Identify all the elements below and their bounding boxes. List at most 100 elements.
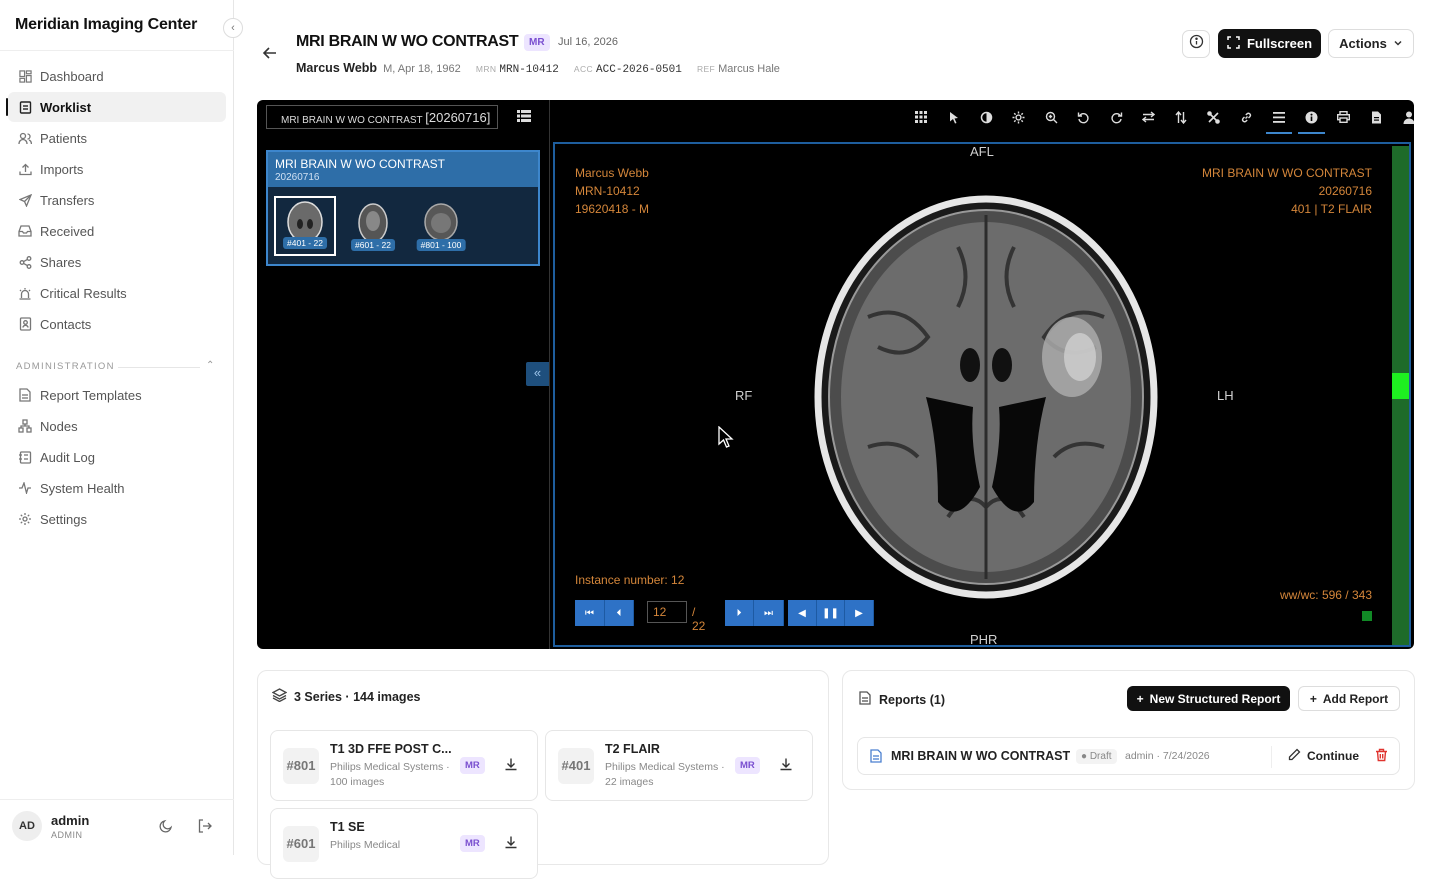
user-role: ADMIN <box>51 830 83 840</box>
users-icon <box>18 131 32 145</box>
report-file-icon <box>870 749 882 768</box>
sidebar-collapse-button[interactable]: ‹ <box>223 18 243 38</box>
sidebar-item-settings[interactable]: Settings <box>8 504 226 534</box>
moon-icon <box>158 819 174 838</box>
orientation-bottom: PHR <box>970 632 998 647</box>
reports-count: Reports (1) <box>879 692 945 707</box>
study-card[interactable]: MRI BRAIN W WO CONTRAST 20260716 #401 - … <box>266 150 540 266</box>
frame-input[interactable]: 12 <box>647 601 687 623</box>
new-structured-report-button[interactable]: + New Structured Report <box>1127 686 1290 711</box>
series-card[interactable]: #401 T2 FLAIR Philips Medical Systems · … <box>545 730 813 801</box>
user-name: admin <box>51 813 90 828</box>
series-thumbnail[interactable]: #601 - 22 <box>342 196 404 256</box>
divider <box>0 50 234 51</box>
sidebar-item-shares[interactable]: Shares <box>8 247 226 277</box>
double-chevron-left-icon: « <box>533 365 542 380</box>
first-frame-button[interactable]: ⏮ <box>575 600 605 626</box>
sidebar-item-label: Contacts <box>40 317 92 332</box>
avatar[interactable]: AD <box>12 811 42 841</box>
image-viewport[interactable]: Marcus Webb MRN-10412 19620418 - M MRI B… <box>553 142 1411 647</box>
brain-mri-image <box>814 195 1158 599</box>
sidebar-item-worklist[interactable]: Worklist <box>6 92 226 122</box>
download-button[interactable] <box>504 757 518 776</box>
rotate-right-icon[interactable] <box>1100 106 1133 128</box>
theme-toggle-button[interactable] <box>158 818 174 839</box>
study-card-title: MRI BRAIN W WO CONTRAST <box>275 157 445 171</box>
series-heading: 3 Series · 144 images <box>271 688 420 705</box>
report-status-label: Draft <box>1089 751 1112 762</box>
last-frame-button[interactable]: ⏭ <box>754 600 784 626</box>
study-selector-date: [20260716] <box>425 110 491 125</box>
brightness-icon[interactable] <box>1003 106 1036 128</box>
list-view-button[interactable] <box>517 109 531 127</box>
print-icon[interactable] <box>1328 106 1361 128</box>
activity-icon <box>18 481 32 495</box>
gear-icon <box>18 512 32 526</box>
acc-value: ACC-2026-0501 <box>596 64 682 76</box>
actions-dropdown[interactable]: Actions <box>1328 29 1414 58</box>
zoom-icon[interactable] <box>1035 106 1068 128</box>
flip-vertical-icon[interactable] <box>1165 106 1198 128</box>
add-report-button[interactable]: + Add Report <box>1298 686 1400 711</box>
sidebar-item-contacts[interactable]: Contacts <box>8 309 226 339</box>
back-button[interactable] <box>262 45 278 66</box>
layout-grid-icon[interactable] <box>905 106 938 128</box>
crosshair-icon[interactable] <box>1198 106 1231 128</box>
study-selector-title: MRI BRAIN W WO CONTRAST <box>281 115 423 126</box>
download-button[interactable] <box>504 835 518 854</box>
series-thumbnail[interactable]: #401 - 22 <box>274 196 336 256</box>
file-icon[interactable] <box>1360 106 1393 128</box>
series-thumbnail[interactable]: #801 - 100 <box>410 196 472 256</box>
logout-button[interactable] <box>197 818 213 839</box>
next-frame-button[interactable]: ⏵ <box>725 600 754 626</box>
sidebar-item-received[interactable]: Received <box>8 216 226 246</box>
patient-meta: Marcus Webb M, Apr 18, 1962 MRN MRN-10412… <box>296 61 780 76</box>
image-scrollbar-thumb[interactable] <box>1392 373 1409 400</box>
download-button[interactable] <box>779 757 793 776</box>
previous-frame-button[interactable]: ⏴ <box>605 600 634 626</box>
sidebar-item-nodes[interactable]: Nodes <box>8 411 226 441</box>
instance-number: Instance number: 12 <box>575 573 685 587</box>
chevron-up-icon[interactable]: ⌃ <box>206 360 214 371</box>
pause-button[interactable]: ❚❚ <box>817 600 845 626</box>
divider <box>549 100 550 649</box>
modality-badge: MR <box>524 34 550 51</box>
sidebar-item-system-health[interactable]: System Health <box>8 473 226 503</box>
sidebar-item-dashboard[interactable]: Dashboard <box>8 61 226 91</box>
series-card[interactable]: #801 T1 3D FFE POST C... Philips Medical… <box>270 730 538 801</box>
fullscreen-button[interactable]: Fullscreen <box>1218 29 1321 58</box>
series-card[interactable]: #601 T1 SE Philips Medical MR <box>270 808 538 879</box>
info-icon[interactable] <box>1295 106 1328 134</box>
modality-badge: MR <box>460 757 485 774</box>
rotate-left-icon[interactable] <box>1068 106 1101 128</box>
sidebar-item-critical-results[interactable]: Critical Results <box>8 278 226 308</box>
delete-button[interactable] <box>1375 748 1388 767</box>
overlay-mrn: MRN-10412 <box>575 184 640 198</box>
study-selector[interactable]: MRI BRAIN W WO CONTRAST [20260716] <box>266 105 498 129</box>
info-button[interactable] <box>1182 30 1210 58</box>
user-icon[interactable] <box>1393 106 1414 128</box>
report-row[interactable]: MRI BRAIN W WO CONTRAST ● Draft admin · … <box>857 737 1400 775</box>
sidebar-item-audit-log[interactable]: Audit Log <box>8 442 226 472</box>
overlay-series: 401 | T2 FLAIR <box>1291 202 1372 216</box>
orientation-right: LH <box>1217 388 1234 403</box>
sidebar-item-imports[interactable]: Imports <box>8 154 226 184</box>
sidebar-item-label: Patients <box>40 131 87 146</box>
sidebar-item-label: Worklist <box>40 100 92 115</box>
contact-book-icon <box>18 317 32 331</box>
step-forward-icon: ⏵ <box>736 607 742 619</box>
continue-button[interactable]: Continue <box>1288 748 1359 764</box>
menu-icon[interactable] <box>1263 106 1296 134</box>
pointer-icon[interactable] <box>938 106 971 128</box>
sidebar-item-report-templates[interactable]: Report Templates <box>8 380 226 410</box>
play-button[interactable]: ▶ <box>845 600 874 626</box>
contrast-icon[interactable] <box>970 106 1003 128</box>
sidebar-item-transfers[interactable]: Transfers <box>8 185 226 215</box>
play-reverse-button[interactable]: ◀ <box>788 600 817 626</box>
flip-horizontal-icon[interactable] <box>1133 106 1166 128</box>
series-description: Philips Medical <box>330 839 401 851</box>
collapse-panel-button[interactable]: « <box>526 362 549 386</box>
document-icon <box>859 691 871 708</box>
sidebar-item-patients[interactable]: Patients <box>8 123 226 153</box>
link-icon[interactable] <box>1230 106 1263 128</box>
